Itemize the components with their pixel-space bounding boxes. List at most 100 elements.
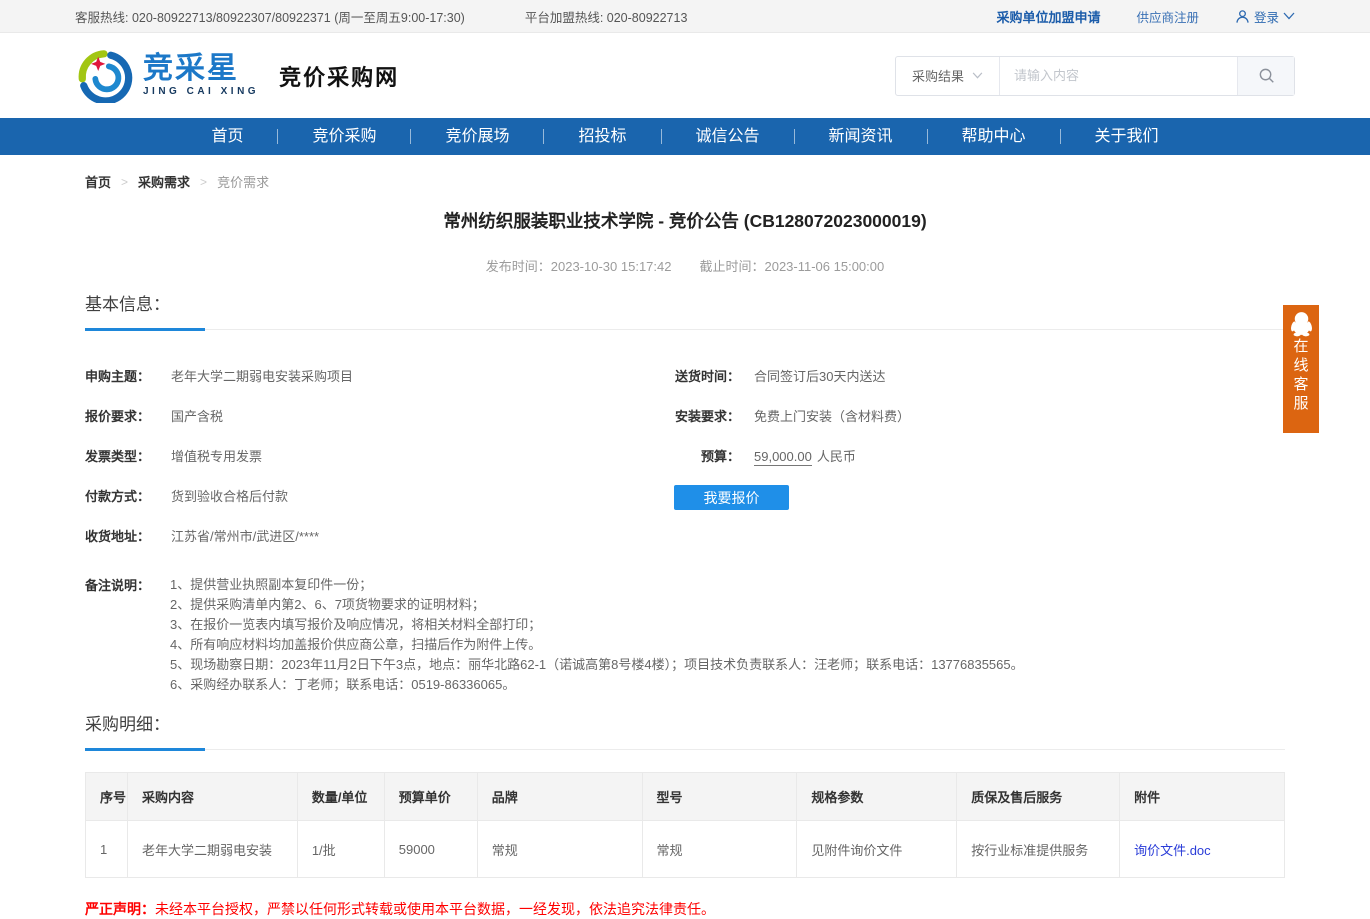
col-header-qty: 数量/单位: [297, 773, 384, 821]
col-header-model: 型号: [642, 773, 797, 821]
nav-item-bidding-purchase[interactable]: 竞价采购: [278, 118, 410, 155]
cell-content: 老年大学二期弱电安装: [127, 821, 297, 878]
field-value: 货到验收合格后付款: [171, 486, 288, 505]
search-input[interactable]: [1000, 57, 1237, 95]
field-label: 安装要求：: [660, 406, 740, 425]
cell-qty: 1/批: [297, 821, 384, 878]
col-header-seq: 序号: [86, 773, 128, 821]
nav-item-news[interactable]: 新闻资讯: [795, 118, 927, 155]
remark-line: 6、采购经办联系人：丁老师；联系电话：0519-86336065。: [170, 675, 1024, 695]
table-row: 1 老年大学二期弱电安装 1/批 59000 常规 常规 见附件询价文件 按行业…: [86, 821, 1285, 878]
table-header-row: 序号 采购内容 数量/单位 预算单价 品牌 型号 规格参数 质保及售后服务 附件: [86, 773, 1285, 821]
field-invoice-type: 发票类型： 增值税专用发票: [85, 435, 660, 475]
legal-statement-prefix: 严正声明：: [85, 901, 155, 917]
platform-hotline-text: 平台加盟热线: 020-80922713: [525, 7, 688, 26]
cell-attachment: 询价文件.doc: [1120, 821, 1285, 878]
main-nav-inner: 首页 竞价采购 竞价展场 招投标 诚信公告 新闻资讯 帮助中心 关于我们: [85, 118, 1285, 155]
col-header-attachment: 附件: [1120, 773, 1285, 821]
purchaser-join-link[interactable]: 采购单位加盟申请: [996, 7, 1100, 26]
service-widget-char: 线: [1293, 356, 1308, 375]
header: 竞采星 JING CAI XING 竞价采购网 采购结果: [0, 33, 1370, 118]
main-content: 首页 > 采购需求 > 竞价需求 常州纺织服装职业技术学院 - 竞价公告 (CB…: [85, 155, 1285, 919]
field-value: 老年大学二期弱电安装采购项目: [171, 366, 353, 385]
section-title-purchase-detail: 采购明细：: [85, 710, 1285, 750]
search-category-select[interactable]: 采购结果: [896, 57, 1000, 95]
service-hotline-text: 客服热线: 020-80922713/80922307/80922371 (周一…: [75, 7, 465, 26]
breadcrumb-purchase-demand[interactable]: 采购需求: [138, 172, 190, 191]
col-header-content: 采购内容: [127, 773, 297, 821]
field-quote-requirement: 报价要求： 国产含税: [85, 395, 660, 435]
budget-amount: 59,000.00: [754, 449, 812, 466]
site-logo[interactable]: 竞采星 JING CAI XING 竞价采购网: [75, 49, 399, 103]
field-value: 国产含税: [171, 406, 223, 425]
remarks-lines: 1、提供营业执照副本复印件一份； 2、提供采购清单内第2、6、7项货物要求的证明…: [170, 575, 1024, 695]
field-label: 发票类型：: [85, 446, 170, 465]
field-label: 付款方式：: [85, 486, 170, 505]
field-budget: 预算： 59,000.00 人民币: [660, 435, 1285, 475]
logo-text: 竞采星 JING CAI XING: [143, 54, 259, 97]
field-delivery-time: 送货时间： 合同签订后30天内送达: [660, 355, 1285, 395]
breadcrumb-home[interactable]: 首页: [85, 172, 111, 191]
nav-item-about-us[interactable]: 关于我们: [1061, 118, 1193, 155]
cell-seq: 1: [86, 821, 128, 878]
main-nav: 首页 竞价采购 竞价展场 招投标 诚信公告 新闻资讯 帮助中心 关于我们: [0, 118, 1370, 155]
deadline-time: 截止时间：2023-11-06 15:00:00: [699, 256, 884, 275]
cell-brand: 常规: [477, 821, 642, 878]
nav-item-bidding-hall[interactable]: 竞价展场: [411, 118, 543, 155]
nav-item-integrity-notice[interactable]: 诚信公告: [662, 118, 794, 155]
field-value: 合同签订后30天内送达: [754, 366, 885, 385]
field-payment-method: 付款方式： 货到验收合格后付款: [85, 475, 660, 515]
breadcrumb-separator: >: [121, 175, 128, 189]
chevron-down-icon: [1283, 12, 1295, 20]
user-icon: [1235, 9, 1250, 24]
page-title: 常州纺织服装职业技术学院 - 竞价公告 (CB128072023000019): [85, 208, 1285, 233]
chevron-down-icon: [972, 72, 983, 79]
cell-model: 常规: [642, 821, 797, 878]
header-inner: 竞采星 JING CAI XING 竞价采购网 采购结果: [75, 33, 1295, 118]
site-name: 竞价采购网: [279, 60, 399, 92]
service-widget-char: 在: [1293, 337, 1308, 356]
nav-item-tenders[interactable]: 招投标: [544, 118, 660, 155]
budget-value: 59,000.00 人民币: [754, 446, 856, 465]
search-button[interactable]: [1237, 57, 1294, 95]
breadcrumb: 首页 > 采购需求 > 竞价需求: [85, 155, 1285, 191]
cell-warranty: 按行业标准提供服务: [957, 821, 1120, 878]
basic-info-grid: 申购主题： 老年大学二期弱电安装采购项目 报价要求： 国产含税 发票类型： 增值…: [85, 355, 1285, 555]
service-widget-char: 服: [1293, 394, 1308, 413]
logo-en: JING CAI XING: [143, 86, 259, 97]
purchase-detail-table: 序号 采购内容 数量/单位 预算单价 品牌 型号 规格参数 质保及售后服务 附件…: [85, 772, 1285, 878]
field-label: 报价要求：: [85, 406, 170, 425]
quote-button[interactable]: 我要报价: [674, 485, 789, 510]
breadcrumb-separator: >: [200, 175, 207, 189]
attachment-link[interactable]: 询价文件.doc: [1134, 843, 1211, 858]
col-header-unit-price: 预算单价: [384, 773, 477, 821]
section-title-basic-info: 基本信息：: [85, 290, 1285, 330]
field-value: 增值税专用发票: [171, 446, 262, 465]
basic-info-right-column: 送货时间： 合同签订后30天内送达 安装要求： 免费上门安装（含材料费） 预算：…: [660, 355, 1285, 555]
remark-line: 1、提供营业执照副本复印件一份；: [170, 575, 1024, 595]
col-header-warranty: 质保及售后服务: [957, 773, 1120, 821]
logo-cn: 竞采星: [143, 54, 259, 84]
remarks-block: 备注说明： 1、提供营业执照副本复印件一份； 2、提供采购清单内第2、6、7项货…: [85, 575, 1285, 695]
legal-statement: 严正声明：未经本平台授权，严禁以任何形式转载或使用本平台数据，一经发现，依法追究…: [85, 899, 1285, 919]
nav-item-help-center[interactable]: 帮助中心: [928, 118, 1060, 155]
remark-line: 2、提供采购清单内第2、6、7项货物要求的证明材料；: [170, 595, 1024, 615]
breadcrumb-current: 竞价需求: [217, 172, 269, 191]
budget-currency: 人民币: [817, 449, 856, 464]
field-label: 预算：: [660, 446, 740, 465]
field-purchase-subject: 申购主题： 老年大学二期弱电安装采购项目: [85, 355, 660, 395]
field-install-requirement: 安装要求： 免费上门安装（含材料费）: [660, 395, 1285, 435]
logo-swirl-icon: [75, 49, 133, 103]
login-button[interactable]: 登录: [1235, 7, 1295, 26]
online-service-widget[interactable]: 在 线 客 服: [1283, 305, 1319, 433]
service-widget-char: 客: [1293, 375, 1308, 394]
search-bar: 采购结果: [895, 56, 1295, 96]
notice-dates: 发布时间：2023-10-30 15:17:42 截止时间：2023-11-06…: [85, 256, 1285, 275]
search-icon: [1258, 67, 1275, 84]
remark-line: 3、在报价一览表内填写报价及响应情况，将相关材料全部打印；: [170, 615, 1024, 635]
cell-spec: 见附件询价文件: [797, 821, 957, 878]
search-category-value: 采购结果: [912, 66, 964, 85]
legal-statement-text: 未经本平台授权，严禁以任何形式转载或使用本平台数据，一经发现，依法追究法律责任。: [155, 901, 715, 917]
nav-item-home[interactable]: 首页: [177, 118, 277, 155]
supplier-register-link[interactable]: 供应商注册: [1136, 7, 1199, 26]
